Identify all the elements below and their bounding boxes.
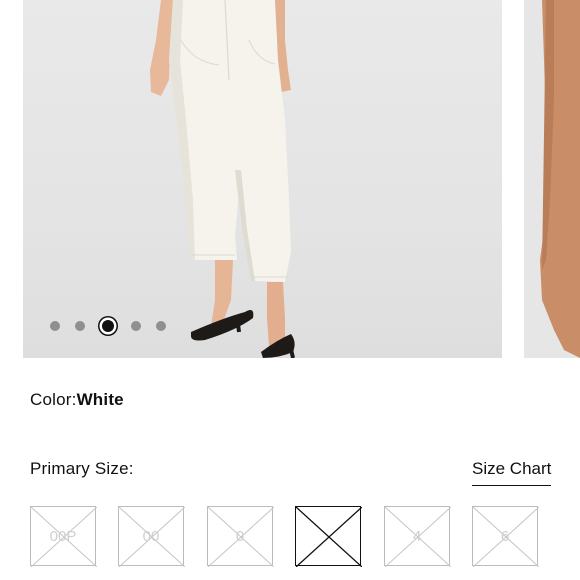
carousel-dot-1[interactable] (50, 321, 60, 331)
size-option-selected[interactable] (295, 506, 362, 567)
color-label: Color: (30, 390, 77, 409)
size-option-4[interactable]: 4 (384, 506, 451, 567)
size-option-label: 00 (142, 527, 160, 545)
carousel-dot-5[interactable] (156, 321, 166, 331)
next-photo-preview (540, 0, 580, 358)
product-image-next[interactable] (524, 0, 580, 358)
size-option-00[interactable]: 00 (118, 506, 185, 567)
carousel-dot-4[interactable] (131, 321, 141, 331)
size-option-00p[interactable]: 00P (30, 506, 97, 567)
size-option-0[interactable]: 0 (207, 506, 274, 567)
carousel-pagination (50, 317, 181, 335)
size-chart-link[interactable]: Size Chart (472, 459, 552, 486)
product-image-main[interactable] (23, 0, 502, 358)
carousel-dot-3-active[interactable] (102, 320, 114, 332)
size-option-6[interactable]: 6 (472, 506, 539, 567)
size-option-label: 0 (235, 527, 245, 545)
product-photo-illustration (150, 0, 295, 358)
size-option-label: 4 (412, 527, 422, 545)
color-selection: Color:White (30, 390, 124, 410)
carousel-dot-2[interactable] (75, 321, 85, 331)
size-option-label: 6 (500, 527, 510, 545)
size-option-label (296, 507, 360, 565)
product-image-carousel[interactable] (0, 0, 580, 360)
size-option-label: 00P (49, 527, 77, 545)
primary-size-label: Primary Size: (30, 459, 134, 478)
color-value: White (76, 390, 124, 409)
